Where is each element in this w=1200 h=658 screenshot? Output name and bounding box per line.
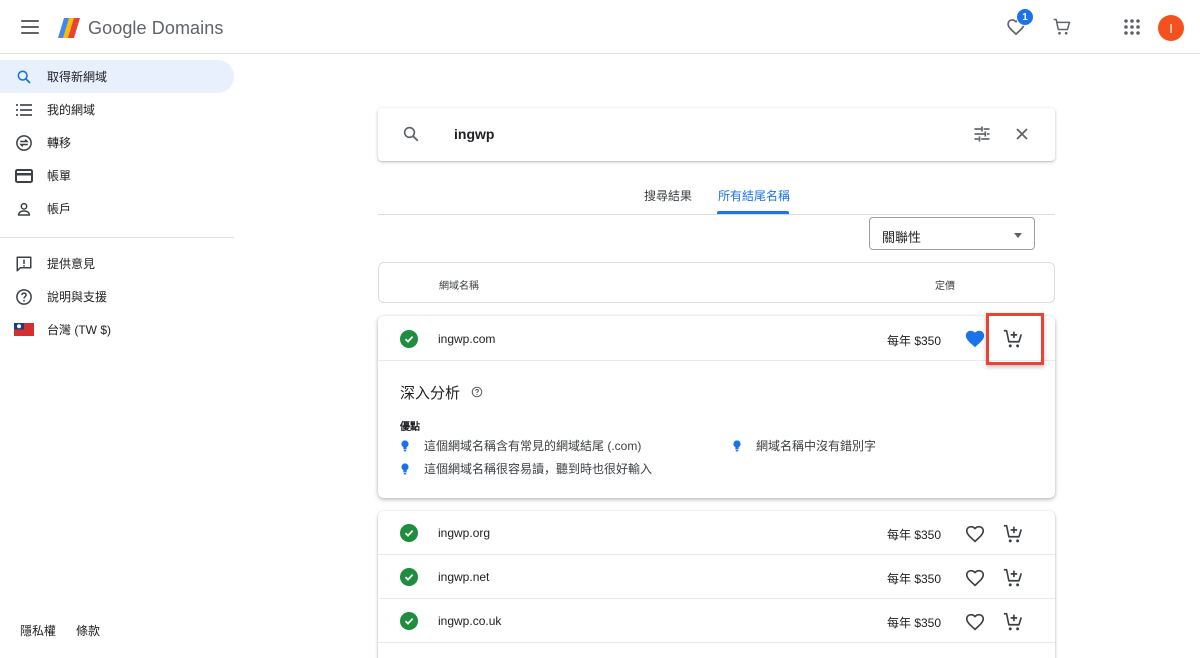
taiwan-flag-icon: [14, 320, 34, 340]
domain-name[interactable]: ingwp.com: [438, 332, 495, 346]
add-to-cart-icon[interactable]: [1002, 611, 1024, 633]
sidebar-divider: [0, 237, 234, 238]
result-tabs: [378, 180, 1055, 215]
sidebar-item-account[interactable]: 帳戶: [0, 192, 234, 225]
cart-icon[interactable]: [1050, 15, 1074, 39]
app-name[interactable]: Google Domains: [88, 18, 223, 39]
available-check-icon: [400, 524, 418, 542]
results-list: ingwp.org 每年 $350 ingwp.net 每年 $350 ingw…: [378, 511, 1055, 658]
add-to-cart-icon[interactable]: [1002, 567, 1024, 589]
insights-title: 深入分析: [400, 385, 461, 402]
results-table-header: 網域名稱 定價: [378, 262, 1055, 303]
favorite-heart-icon[interactable]: [964, 523, 986, 545]
lightbulb-icon: [400, 462, 410, 476]
sidebar-item-label: 帳戶: [47, 202, 72, 216]
sidebar-item-label: 說明與支援: [47, 290, 108, 304]
tab-all-endings[interactable]: 所有結尾名稱: [718, 187, 790, 204]
sidebar-item-billing[interactable]: 帳單: [0, 159, 234, 192]
sort-selected-value: 關聯性: [882, 230, 922, 245]
column-header-domain: 網域名稱: [439, 281, 479, 292]
favorites-count-badge: 1: [1016, 8, 1034, 26]
table-row[interactable]: ingwp.org 每年 $350: [378, 511, 1055, 555]
sidebar-item-label: 轉移: [47, 136, 72, 150]
terms-link[interactable]: 條款: [76, 622, 100, 639]
add-to-cart-icon[interactable]: [1002, 523, 1024, 545]
lightbulb-icon: [732, 439, 742, 453]
filter-tune-icon[interactable]: [972, 124, 992, 149]
table-row[interactable]: ingwp.co.uk 每年 $350: [378, 599, 1055, 643]
search-input[interactable]: ingwp: [454, 126, 494, 142]
sidebar-item-region[interactable]: 台灣 (TW $): [0, 313, 234, 346]
sort-dropdown[interactable]: 關聯性: [869, 217, 1035, 250]
featured-result-card: ingwp.com 每年 $350 深入分析 優點 這個網域名稱含有常見的網域結…: [378, 313, 1055, 498]
sidebar-item-label: 帳單: [47, 169, 72, 183]
sidebar-item-transfer[interactable]: 轉移: [0, 126, 234, 159]
pro-text: 這個網域名稱含有常見的網域結尾 (.com): [424, 439, 642, 453]
person-icon: [14, 199, 34, 219]
sidebar: 取得新網域 我的網域 轉移 帳單 帳戶 提供意見 說明與支援 台灣 (TW $): [0, 55, 234, 658]
add-to-cart-icon[interactable]: [1002, 328, 1024, 350]
table-row[interactable]: ingwp.com 每年 $350: [378, 313, 1055, 365]
sidebar-item-label: 取得新網域: [47, 70, 108, 84]
domain-search-box[interactable]: ingwp: [378, 108, 1055, 161]
domain-name[interactable]: ingwp.co.uk: [438, 614, 501, 628]
pro-item: 這個網域名稱含有常見的網域結尾 (.com): [400, 437, 641, 454]
available-check-icon: [400, 568, 418, 586]
apps-grid-icon[interactable]: [1120, 15, 1144, 39]
domain-price: 每年 $350: [887, 616, 942, 630]
top-app-bar: Google Domains 1 I: [0, 0, 1200, 54]
pro-item: 網域名稱中沒有錯別字: [732, 437, 876, 454]
domain-price: 每年 $350: [887, 572, 942, 586]
active-tab-indicator: [717, 211, 789, 214]
favorite-heart-icon[interactable]: [964, 567, 986, 589]
available-check-icon: [400, 330, 418, 348]
help-icon: [14, 287, 34, 307]
menu-icon[interactable]: [18, 17, 42, 37]
sidebar-item-label: 提供意見: [47, 257, 96, 271]
available-check-icon: [400, 612, 418, 630]
help-circle-icon[interactable]: [471, 385, 483, 403]
search-icon: [402, 125, 420, 148]
dropdown-arrow-icon: [1014, 233, 1022, 238]
domain-price: 每年 $350: [887, 528, 942, 542]
clear-close-icon[interactable]: [1012, 124, 1032, 149]
domain-name[interactable]: ingwp.net: [438, 570, 489, 584]
search-icon: [14, 67, 34, 87]
domain-price: 每年 $350: [887, 334, 942, 348]
sidebar-item-my-domains[interactable]: 我的網域: [0, 93, 234, 126]
table-row[interactable]: ingwp.net 每年 $350: [378, 555, 1055, 599]
transfer-icon: [14, 133, 34, 153]
account-avatar[interactable]: I: [1158, 15, 1184, 41]
privacy-link[interactable]: 隱私權: [20, 622, 56, 639]
sidebar-item-label: 台灣 (TW $): [47, 323, 111, 337]
domain-name[interactable]: ingwp.org: [438, 526, 490, 540]
google-domains-logo-icon[interactable]: [55, 16, 81, 40]
lightbulb-icon: [400, 439, 410, 453]
sidebar-item-label: 我的網域: [47, 103, 96, 117]
pro-text: 網域名稱中沒有錯別字: [756, 439, 877, 453]
credit-card-icon: [14, 166, 34, 186]
pro-text: 這個網域名稱很容易讀，聽到時也很好輸入: [424, 462, 653, 476]
pro-item: 這個網域名稱很容易讀，聽到時也很好輸入: [400, 460, 652, 477]
pros-label: 優點: [400, 422, 420, 433]
sidebar-item-get-domain[interactable]: 取得新網域: [0, 60, 234, 93]
feedback-icon: [14, 254, 34, 274]
favorite-heart-icon[interactable]: [964, 611, 986, 633]
sidebar-item-help[interactable]: 說明與支援: [0, 280, 234, 313]
tab-search-results[interactable]: 搜尋結果: [644, 187, 692, 204]
favorite-heart-icon[interactable]: [964, 328, 986, 350]
column-header-price: 定價: [935, 281, 955, 292]
list-icon: [14, 100, 34, 120]
sidebar-item-feedback[interactable]: 提供意見: [0, 247, 234, 280]
